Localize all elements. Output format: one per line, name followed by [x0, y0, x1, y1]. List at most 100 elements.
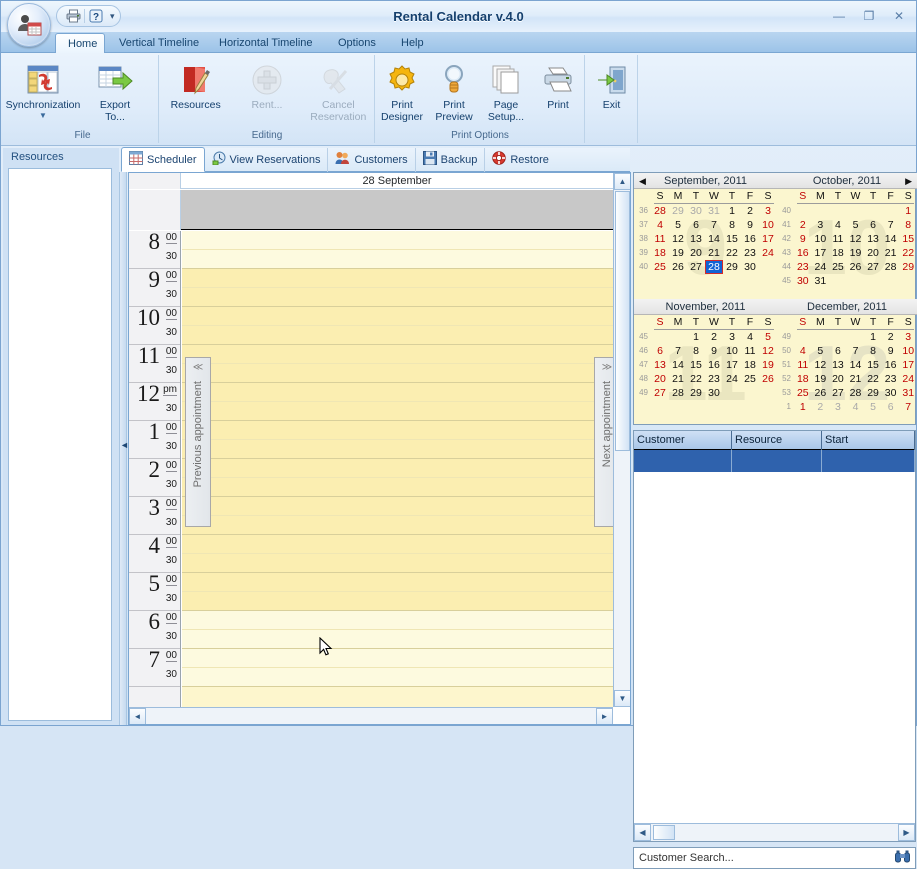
scheduler-view[interactable]: 28 September 8 00 30 9 00 30 10 00 30 11 00 30 12 pm 3…	[128, 172, 631, 725]
calendar-day[interactable]: 8	[899, 218, 917, 232]
calendar-day[interactable]: 6	[864, 218, 882, 232]
maximize-button[interactable]: ❐	[858, 7, 880, 25]
calendar-day[interactable]: 3	[723, 330, 741, 344]
calendar-day[interactable]: 9	[794, 232, 812, 246]
calendar-day[interactable]: 13	[864, 232, 882, 246]
time-slot[interactable]	[182, 231, 613, 250]
time-slot[interactable]	[182, 535, 613, 554]
calendar-day[interactable]: 6	[651, 344, 669, 358]
calendar-day[interactable]: 30	[794, 274, 812, 288]
calendar-day[interactable]: 29	[723, 260, 741, 274]
resources-button[interactable]: Resources	[160, 58, 231, 112]
column-header-start[interactable]: Start	[822, 431, 915, 450]
time-slot[interactable]	[182, 516, 613, 535]
calendar-day[interactable]: 5	[759, 330, 777, 344]
synchronization-button[interactable]: Synchronization ▼	[6, 58, 80, 119]
calendar-day[interactable]: 1	[687, 330, 705, 344]
calendar-day[interactable]: 2	[794, 218, 812, 232]
calendar-day[interactable]: 5	[847, 218, 865, 232]
scheduler-horizontal-scrollbar[interactable]: ◄ ►	[129, 707, 613, 724]
minimize-button[interactable]: —	[828, 7, 850, 25]
exit-button[interactable]: Exit	[586, 58, 637, 112]
calendar-day[interactable]: 14	[882, 232, 900, 246]
calendar-day[interactable]: 31	[705, 204, 723, 218]
time-slot[interactable]	[182, 554, 613, 573]
calendar-day[interactable]: 4	[829, 218, 847, 232]
calendar-day[interactable]: 19	[759, 358, 777, 372]
time-slot[interactable]	[182, 668, 613, 687]
calendar-day[interactable]: 28	[669, 386, 687, 400]
calendar-day[interactable]: 8	[864, 344, 882, 358]
calendar-day[interactable]: 16	[705, 358, 723, 372]
calendar-day[interactable]: 20	[864, 246, 882, 260]
calendar-day[interactable]: 12	[812, 358, 830, 372]
calendar-day[interactable]: 17	[899, 358, 917, 372]
calendar-day[interactable]: 21	[705, 246, 723, 260]
calendar-day[interactable]: 30	[705, 386, 723, 400]
reservation-grid-scrollbar[interactable]: ◀ ▶	[634, 823, 915, 841]
calendar-day[interactable]: 26	[669, 260, 687, 274]
calendar-day[interactable]: 20	[829, 372, 847, 386]
calendar-day[interactable]: 18	[741, 358, 759, 372]
rent-button[interactable]: Rent...	[231, 58, 302, 112]
resources-pane-collapse-handle[interactable]: ◄	[119, 172, 129, 725]
calendar-day[interactable]: 7	[882, 218, 900, 232]
calendar-day[interactable]: 9	[705, 344, 723, 358]
calendar-day[interactable]: 15	[687, 358, 705, 372]
calendar-day[interactable]: 26	[847, 260, 865, 274]
calendar-day[interactable]: 15	[864, 358, 882, 372]
calendar-day[interactable]: 2	[741, 204, 759, 218]
calendar-day[interactable]: 11	[794, 358, 812, 372]
calendar-day-selected[interactable]: 28	[705, 260, 723, 274]
calendar-day[interactable]: 18	[794, 372, 812, 386]
calendar-day[interactable]: 15	[899, 232, 917, 246]
calendar-day[interactable]: 30	[687, 204, 705, 218]
calendar-day[interactable]: 26	[812, 386, 830, 400]
calendar-day[interactable]: 30	[741, 260, 759, 274]
calendar-day[interactable]: 15	[723, 232, 741, 246]
time-slot[interactable]	[182, 421, 613, 440]
calendar-day[interactable]: 27	[829, 386, 847, 400]
time-slot[interactable]	[182, 269, 613, 288]
doctab-scheduler[interactable]: Scheduler	[121, 147, 205, 172]
calendar-day[interactable]: 2	[705, 330, 723, 344]
calendar-day[interactable]: 25	[741, 372, 759, 386]
calendar-day[interactable]: 28	[847, 386, 865, 400]
calendar-day[interactable]: 5	[669, 218, 687, 232]
time-slot[interactable]	[182, 307, 613, 326]
grid-scroll-thumb[interactable]	[653, 825, 675, 840]
resources-list[interactable]	[8, 168, 112, 721]
calendar-day[interactable]: 29	[864, 386, 882, 400]
calendar-day[interactable]: 23	[705, 372, 723, 386]
time-slot[interactable]	[182, 478, 613, 497]
calendar-day[interactable]: 1	[864, 330, 882, 344]
calendar-day[interactable]: 8	[723, 218, 741, 232]
calendar-day[interactable]: 21	[669, 372, 687, 386]
binoculars-icon[interactable]	[895, 850, 915, 866]
calendar-day[interactable]: 18	[829, 246, 847, 260]
calendar-day[interactable]: 24	[723, 372, 741, 386]
scroll-left-button[interactable]: ◄	[129, 708, 146, 724]
time-slot[interactable]	[182, 383, 613, 402]
calendar-day[interactable]: 10	[812, 232, 830, 246]
calendar-day[interactable]: 16	[741, 232, 759, 246]
calendar-day[interactable]: 16	[882, 358, 900, 372]
calendar-day[interactable]: 25	[829, 260, 847, 274]
customer-search-field[interactable]: Customer Search...	[633, 847, 916, 869]
calendar-day[interactable]: 24	[812, 260, 830, 274]
time-slot[interactable]	[182, 402, 613, 421]
calendar-day[interactable]: 6	[829, 344, 847, 358]
scheduler-vertical-scrollbar[interactable]: ▲ ▼	[613, 173, 630, 707]
time-slot[interactable]	[182, 649, 613, 668]
time-slot[interactable]	[182, 611, 613, 630]
calendar-day[interactable]: 3	[812, 218, 830, 232]
calendar-day[interactable]: 14	[847, 358, 865, 372]
time-slot[interactable]	[182, 440, 613, 459]
time-slot[interactable]	[182, 630, 613, 649]
doctab-backup[interactable]: Backup	[416, 147, 486, 172]
calendar-day[interactable]: 23	[741, 246, 759, 260]
mini-calendar-2[interactable]: November, 2011 11 S M T W T F S 45 1 2 3 4 5 46 6 7 8 9 10 11…	[634, 299, 777, 426]
calendar-day[interactable]: 29	[669, 204, 687, 218]
calendar-prev-button[interactable]: ◀	[639, 173, 646, 189]
calendar-day[interactable]: 24	[899, 372, 917, 386]
